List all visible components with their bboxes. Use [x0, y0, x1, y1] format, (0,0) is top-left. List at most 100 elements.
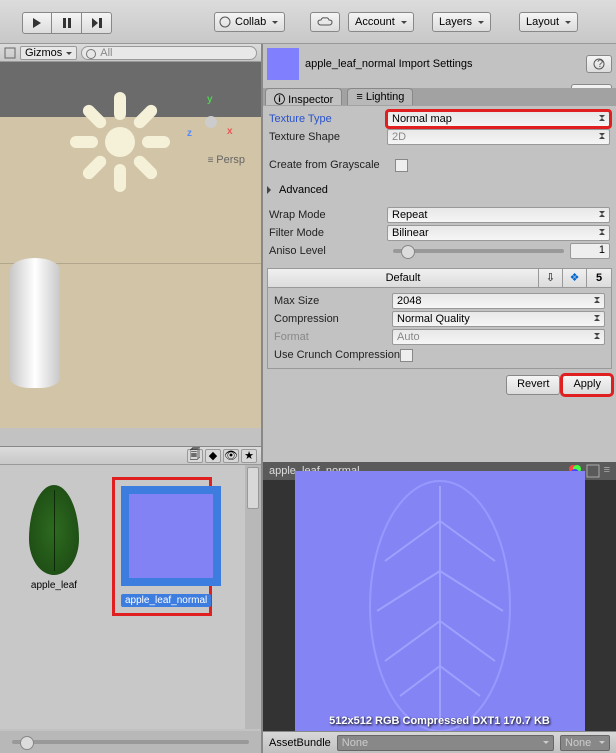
- right-tabs: ⓘ Inspector ≡ Lighting: [263, 88, 616, 106]
- cloud-button[interactable]: [310, 12, 340, 32]
- thumbnail-size-slider[interactable]: [12, 740, 249, 744]
- account-dropdown[interactable]: Account: [348, 12, 414, 32]
- format-label: Format: [274, 331, 392, 343]
- directional-light-gizmo: [70, 92, 170, 192]
- texture-type-label: Texture Type: [269, 113, 387, 125]
- 2d-toggle-icon[interactable]: [4, 47, 16, 59]
- texture-type-dropdown[interactable]: Normal map: [387, 111, 610, 127]
- aniso-label: Aniso Level: [269, 245, 387, 257]
- scene-search-input[interactable]: All: [81, 46, 257, 60]
- aniso-value-field[interactable]: 1: [570, 243, 610, 259]
- tab-inspector[interactable]: ⓘ Inspector: [265, 88, 342, 105]
- save-search-icon[interactable]: ★: [241, 449, 257, 463]
- preview-image: [295, 471, 585, 741]
- asset-label: apple_leaf: [27, 579, 81, 592]
- account-label: Account: [355, 16, 395, 28]
- cylinder-mesh[interactable]: [10, 258, 60, 388]
- asset-bundle-bar: AssetBundle None None: [263, 731, 616, 753]
- gizmos-dropdown[interactable]: Gizmos: [20, 46, 77, 60]
- main-toolbar: Collab Account Layers Layout: [0, 0, 616, 44]
- inspector-header: apple_leaf_normal Import Settings ?: [263, 44, 616, 84]
- axis-x: x: [227, 126, 233, 137]
- left-pane: nimator Asset Store Gizmos All y x z ≡ P: [0, 44, 261, 446]
- project-pane: 🗐 ◆ 👁 ★ apple_leaf apple_leaf_normal: [0, 446, 261, 753]
- compression-dropdown[interactable]: Normal Quality: [392, 311, 605, 327]
- search-placeholder: All: [100, 47, 112, 59]
- filter-mode-dropdown[interactable]: Bilinear: [387, 225, 610, 241]
- orientation-gizmo[interactable]: y x z: [181, 92, 241, 152]
- platform-default-tab[interactable]: Default: [268, 269, 539, 287]
- asset-bundle-variant-dropdown[interactable]: None: [560, 735, 610, 751]
- step-button[interactable]: [82, 12, 112, 34]
- compression-label: Compression: [274, 313, 392, 325]
- create-grayscale-row: Create from Grayscale: [263, 156, 616, 174]
- help-button[interactable]: ?: [586, 55, 612, 73]
- layout-label: Layout: [526, 16, 559, 28]
- compression-row: Compression Normal Quality: [268, 310, 611, 328]
- texture-shape-dropdown[interactable]: 2D: [387, 129, 610, 145]
- play-controls: [22, 12, 112, 34]
- texture-shape-label: Texture Shape: [269, 131, 387, 143]
- format-dropdown: Auto: [392, 329, 605, 345]
- project-footer: [0, 731, 261, 753]
- axis-z: z: [187, 128, 192, 139]
- platform-tabs: Default ⇩ ❖ 5: [267, 268, 612, 288]
- visibility-icon[interactable]: 👁: [223, 449, 239, 463]
- preview-area[interactable]: 512x512 RGB Compressed DXT1 170.7 KB: [263, 480, 616, 731]
- asset-grid[interactable]: apple_leaf apple_leaf_normal: [0, 465, 245, 729]
- apply-row: Revert Apply: [263, 369, 616, 401]
- tab-lighting-label: Lighting: [366, 91, 405, 103]
- create-grayscale-checkbox[interactable]: [395, 159, 408, 172]
- max-size-dropdown[interactable]: 2048: [392, 293, 605, 309]
- project-scrollbar[interactable]: [245, 465, 261, 729]
- layout-dropdown[interactable]: Layout: [519, 12, 578, 32]
- asset-apple-leaf[interactable]: apple_leaf: [4, 485, 104, 592]
- collab-label: Collab: [235, 16, 266, 28]
- filter-icon[interactable]: 🗐: [187, 449, 203, 463]
- advanced-label: Advanced: [279, 184, 328, 196]
- asset-bundle-label: AssetBundle: [269, 737, 331, 749]
- right-pane: ⓘ Inspector ≡ Lighting apple_leaf_normal…: [261, 44, 616, 753]
- scene-toolbar: Gizmos All: [0, 44, 261, 62]
- texture-shape-row: Texture Shape 2D: [263, 128, 616, 146]
- menu-icon[interactable]: ≡: [604, 464, 610, 478]
- tab-lighting[interactable]: ≡ Lighting: [347, 88, 413, 105]
- crunch-row: Use Crunch Compression: [268, 346, 611, 364]
- aniso-row: Aniso Level 1: [263, 242, 616, 260]
- filter-mode-row: Filter Mode Bilinear: [263, 224, 616, 242]
- axis-y: y: [207, 94, 213, 105]
- advanced-foldout[interactable]: Advanced: [263, 182, 616, 198]
- apply-button[interactable]: Apply: [562, 375, 612, 395]
- wrap-mode-dropdown[interactable]: Repeat: [387, 207, 610, 223]
- layers-dropdown[interactable]: Layers: [432, 12, 491, 32]
- filter-mode-label: Filter Mode: [269, 227, 387, 239]
- platform-webgl-icon[interactable]: 5: [587, 269, 611, 287]
- max-size-label: Max Size: [274, 295, 392, 307]
- texture-type-row: Texture Type Normal map: [263, 110, 616, 128]
- format-row: Format Auto: [268, 328, 611, 346]
- platform-windows-icon[interactable]: ❖: [563, 269, 587, 287]
- project-toolbar: 🗐 ◆ 👁 ★: [0, 447, 261, 465]
- favorite-icon[interactable]: ◆: [205, 449, 221, 463]
- perspective-label[interactable]: ≡ Persp: [208, 154, 245, 166]
- pause-button[interactable]: [52, 12, 82, 34]
- create-grayscale-label: Create from Grayscale: [269, 159, 395, 171]
- wrap-mode-row: Wrap Mode Repeat: [263, 206, 616, 224]
- mipmap-icon[interactable]: [586, 464, 600, 478]
- play-button[interactable]: [22, 12, 52, 34]
- platform-standalone-icon[interactable]: ⇩: [539, 269, 563, 287]
- collab-dropdown[interactable]: Collab: [214, 12, 285, 32]
- crunch-checkbox[interactable]: [400, 349, 413, 362]
- layers-label: Layers: [439, 16, 472, 28]
- gizmos-label: Gizmos: [25, 47, 62, 59]
- asset-apple-leaf-normal[interactable]: apple_leaf_normal: [112, 477, 212, 616]
- asset-label-selected: apple_leaf_normal: [121, 594, 211, 607]
- max-size-row: Max Size 2048: [268, 292, 611, 310]
- revert-button[interactable]: Revert: [506, 375, 560, 395]
- inspector-title: apple_leaf_normal Import Settings: [305, 58, 580, 70]
- scene-view[interactable]: y x z ≡ Persp: [0, 62, 261, 428]
- preview-info: 512x512 RGB Compressed DXT1 170.7 KB: [263, 715, 616, 727]
- aniso-slider[interactable]: [393, 249, 564, 253]
- asset-bundle-name-dropdown[interactable]: None: [337, 735, 554, 751]
- crunch-label: Use Crunch Compression: [274, 349, 400, 361]
